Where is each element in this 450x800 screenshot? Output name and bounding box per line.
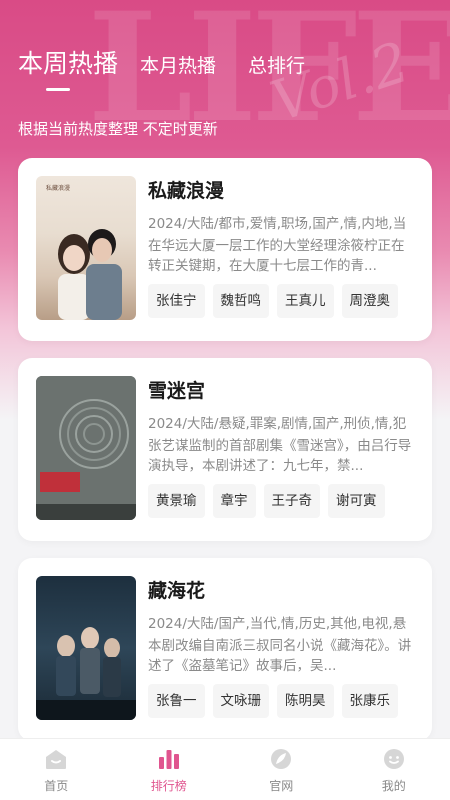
show-title[interactable]: 私藏浪漫 (148, 176, 414, 206)
tab-weekly[interactable]: 本周热播 (18, 44, 118, 80)
actor-list: 张佳宁 魏哲鸣 王真儿 周澄奥 (148, 284, 414, 318)
actor-tag[interactable]: 王子奇 (263, 484, 320, 518)
show-meta: 2024/大陆/都市,爱情,职场,国产,情,内地,当 (148, 216, 407, 232)
show-description: 张艺谋监制的首部剧集《雪迷宫》，由吕行导演执导，本剧讲述了：九七年，禁... (148, 438, 412, 474)
tabbar-label: 首页 (44, 779, 69, 793)
actor-tag[interactable]: 张康乐 (341, 684, 398, 718)
actor-tag[interactable]: 章宇 (212, 484, 256, 518)
actor-tag[interactable]: 张佳宁 (148, 284, 205, 318)
actor-tag[interactable]: 谢可寅 (328, 484, 385, 518)
tabbar-label: 我的 (381, 779, 406, 793)
show-title[interactable]: 藏海花 (148, 576, 414, 606)
show-meta: 2024/大陆/国产,当代,情,历史,其他,电视,悬 (148, 616, 407, 632)
show-description: 本剧改编自南派三叔同名小说《藏海花》。讲述了《盗墓笔记》故事后，吴... (148, 638, 412, 674)
active-tab-indicator (46, 88, 70, 91)
actor-list: 黄景瑜 章宇 王子奇 谢可寅 (148, 484, 414, 518)
show-description: 在华远大厦一层工作的大堂经理涂筱柠正在转正关键期，在大厦十七层工作的青... (148, 238, 405, 274)
leaf-icon (271, 749, 292, 769)
bar-chart-icon (158, 750, 179, 769)
smiley-icon (383, 749, 404, 769)
poster-image: 私藏浪漫 (36, 176, 136, 320)
show-title[interactable]: 雪迷宫 (148, 376, 414, 406)
actor-tag[interactable]: 王真儿 (277, 284, 334, 318)
tabbar-item-ranking[interactable]: 排行榜 (113, 739, 226, 800)
tabbar-label: 官网 (269, 779, 294, 793)
poster-image (36, 576, 136, 720)
actor-tag[interactable]: 魏哲鸣 (212, 284, 269, 318)
list-subtitle: 根据当前热度整理 不定时更新 (18, 120, 218, 138)
tab-monthly[interactable]: 本月热播 (140, 51, 216, 80)
show-card[interactable]: 雪迷宫 2024/大陆/悬疑,罪案,剧情,国产,刑侦,情,犯 张艺谋监制的首部剧… (18, 358, 432, 541)
show-card[interactable]: 私藏浪漫 私藏浪漫 2024/大陆/都市,爱情,职场,国产,情,内地,当 在华远… (18, 158, 432, 341)
poster-image (36, 376, 136, 520)
show-card[interactable]: 藏海花 2024/大陆/国产,当代,情,历史,其他,电视,悬 本剧改编自南派三叔… (18, 558, 432, 741)
home-icon (46, 750, 67, 769)
tabbar-item-home[interactable]: 首页 (0, 739, 113, 800)
actor-tag[interactable]: 张鲁一 (148, 684, 205, 718)
tabbar-item-mine[interactable]: 我的 (338, 739, 450, 800)
actor-tag[interactable]: 周澄奥 (341, 284, 398, 318)
tabbar-item-site[interactable]: 官网 (225, 739, 338, 800)
ranking-tabs: 本周热播 本月热播 总排行 (18, 44, 337, 80)
bottom-tab-bar: 首页 排行榜 官网 我的 (0, 738, 450, 800)
tabbar-label: 排行榜 (150, 779, 187, 793)
actor-tag[interactable]: 陈明昊 (277, 684, 334, 718)
actor-tag[interactable]: 黄景瑜 (148, 484, 205, 518)
actor-tag[interactable]: 文咏珊 (212, 684, 269, 718)
svg-text:私藏浪漫: 私藏浪漫 (46, 184, 70, 192)
tab-overall[interactable]: 总排行 (248, 51, 305, 80)
actor-list: 张鲁一 文咏珊 陈明昊 张康乐 (148, 684, 414, 718)
show-meta: 2024/大陆/悬疑,罪案,剧情,国产,刑侦,情,犯 (148, 416, 407, 432)
